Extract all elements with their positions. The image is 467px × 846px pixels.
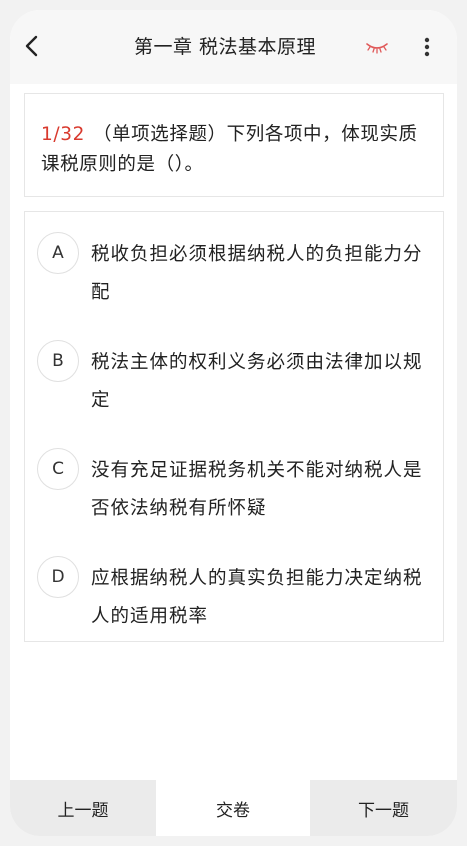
- option-text: 税收负担必须根据纳税人的负担能力分配: [91, 244, 423, 303]
- top-bar: 第一章 税法基本原理: [10, 10, 457, 84]
- question-number: 1/32: [41, 124, 85, 145]
- option-text: 没有充足证据税务机关不能对纳税人是否依法纳税有所怀疑: [91, 460, 423, 519]
- prev-question-button[interactable]: 上一题: [10, 780, 156, 836]
- option-text: 税法主体的权利义务必须由法律加以规定: [91, 352, 423, 411]
- back-button[interactable]: [16, 30, 48, 62]
- option-text: 应根据纳税人的真实负担能力决定纳税人的适用税率: [91, 568, 423, 627]
- option-c[interactable]: C 没有充足证据税务机关不能对纳税人是否依法纳税有所怀疑: [25, 436, 443, 536]
- question-text: （单项选择题）下列各项中，体现实质课税原则的是（）。: [41, 124, 418, 175]
- option-d[interactable]: D 应根据纳税人的真实负担能力决定纳税人的适用税率: [25, 544, 443, 644]
- question-card: 1/32 （单项选择题）下列各项中，体现实质课税原则的是（）。: [24, 93, 444, 197]
- app-screen: 第一章 税法基本原理 1/32 （单项选择题）下列各项中，体现实质课税原则的是（）…: [10, 10, 457, 836]
- option-b[interactable]: B 税法主体的权利义务必须由法律加以规定: [25, 328, 443, 428]
- options-list: A 税收负担必须根据纳税人的负担能力分配 B 税法主体的权利义务必须由法律加以规…: [24, 211, 444, 642]
- option-letter-circle: C: [37, 448, 79, 490]
- option-a[interactable]: A 税收负担必须根据纳税人的负担能力分配: [25, 220, 443, 320]
- closed-eye-icon: [366, 43, 388, 54]
- more-vertical-icon: [424, 37, 430, 57]
- option-letter-circle: D: [37, 556, 79, 598]
- eye-toggle-button[interactable]: [362, 34, 392, 60]
- page-title: 第一章 税法基本原理: [133, 36, 317, 58]
- option-letter-circle: B: [37, 340, 79, 382]
- back-arrow-icon: [25, 35, 38, 57]
- option-letter-circle: A: [37, 232, 79, 274]
- next-question-button[interactable]: 下一题: [310, 780, 457, 836]
- submit-exam-button[interactable]: 交卷: [156, 780, 310, 836]
- question-stem: 1/32 （单项选择题）下列各项中，体现实质课税原则的是（）。: [41, 120, 429, 180]
- more-options-button[interactable]: [415, 32, 439, 62]
- bottom-nav: 上一题 交卷 下一题: [10, 780, 457, 836]
